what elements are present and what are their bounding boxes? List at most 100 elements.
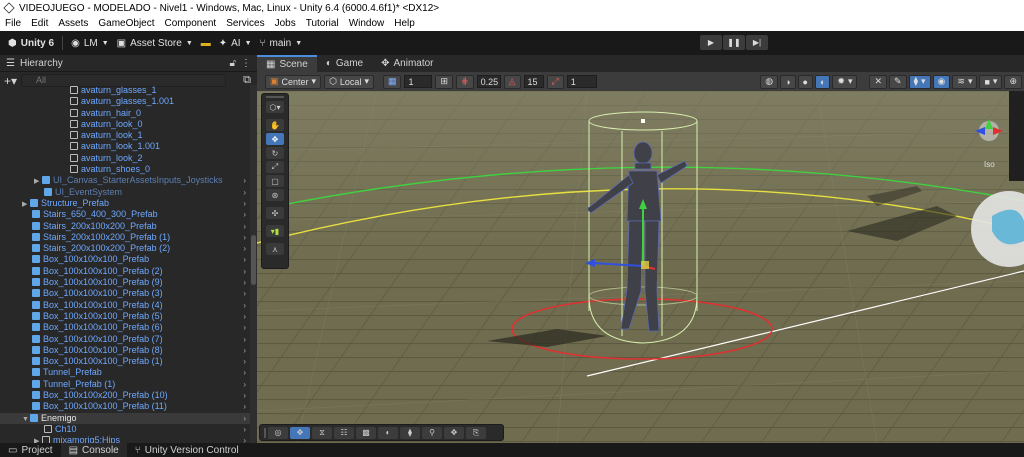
chevron-right-icon[interactable]: › (243, 424, 246, 435)
overlay-btn-3[interactable]: ⧖ (312, 426, 332, 439)
overlay-btn-2[interactable]: ✥ (290, 426, 310, 439)
menu-item-tutorial[interactable]: Tutorial (301, 18, 344, 29)
hierarchy-row[interactable]: Box_100x100x100_Prefab (4) › (0, 300, 250, 311)
chevron-right-icon[interactable]: ▶ (34, 436, 42, 443)
menu-item-services[interactable]: Services (221, 18, 269, 29)
chevron-right-icon[interactable]: › (243, 198, 246, 209)
chevron-right-icon[interactable]: › (243, 300, 246, 311)
account-button[interactable]: ◉ LM ▼ (71, 38, 109, 49)
hierarchy-row[interactable]: Box_100x100x100_Prefab (3) › (0, 288, 250, 299)
scrollbar-thumb[interactable] (251, 235, 256, 285)
hierarchy-row[interactable]: ▶ Structure_Prefab › (0, 198, 250, 209)
tab-version-control[interactable]: ⑂ Unity Version Control (127, 443, 247, 457)
chevron-right-icon[interactable]: › (243, 311, 246, 322)
effects-toggle[interactable]: ✎ (889, 74, 907, 89)
overlay-btn-9[interactable]: ✥ (444, 426, 464, 439)
hierarchy-row[interactable]: Tunnel_Prefab › (0, 367, 250, 378)
chevron-right-icon[interactable]: › (243, 367, 246, 378)
drag-handle[interactable] (266, 96, 284, 98)
hierarchy-row[interactable]: avaturn_look_1 (0, 130, 250, 141)
play-button[interactable]: ▶ (700, 35, 722, 50)
hierarchy-row[interactable]: Box_100x100x100_Prefab (9) › (0, 277, 250, 288)
chevron-right-icon[interactable]: › (243, 334, 246, 345)
hierarchy-row[interactable]: Box_100x100x100_Prefab › (0, 254, 250, 265)
drag-handle[interactable] (264, 427, 266, 438)
chevron-right-icon[interactable]: › (243, 288, 246, 299)
menu-item-jobs[interactable]: Jobs (270, 18, 301, 29)
step-button[interactable]: ▶| (746, 35, 768, 50)
unity-button[interactable]: ⬢ Unity 6 (8, 38, 54, 49)
hierarchy-row[interactable]: avaturn_look_0 (0, 119, 250, 130)
chevron-right-icon[interactable]: › (243, 401, 246, 412)
chevron-right-icon[interactable]: › (243, 187, 246, 198)
chevron-right-icon[interactable]: › (243, 243, 246, 254)
scale-snap-toggle[interactable]: ⤢ (546, 74, 564, 89)
overlay-btn-1[interactable]: ◎ (268, 426, 288, 439)
chevron-right-icon[interactable]: › (243, 322, 246, 333)
ai-button[interactable]: ✦ AI ▼ (219, 38, 252, 49)
hierarchy-row[interactable]: avaturn_shoes_0 (0, 164, 250, 175)
hierarchy-row[interactable]: Box_100x100x100_Prefab (8) › (0, 345, 250, 356)
hierarchy-row[interactable]: Box_100x100x100_Prefab (11) › (0, 401, 250, 412)
snap-value-field[interactable]: 0.25 (476, 75, 501, 88)
hierarchy-row[interactable]: Stairs_200x100x200_Prefab (2) › (0, 243, 250, 254)
hierarchy-row[interactable]: avaturn_glasses_1.001 (0, 96, 250, 107)
chevron-right-icon[interactable]: › (243, 232, 246, 243)
overlay-btn-4[interactable]: ☷ (334, 426, 354, 439)
shaded-button[interactable]: ◑ (780, 74, 796, 89)
bone-tool-button[interactable]: ⋏ (266, 243, 284, 255)
chevron-right-icon[interactable]: › (243, 221, 246, 232)
hidden-toggle[interactable]: ≋ ▾ (952, 74, 978, 89)
notifications-button[interactable]: ▬ (201, 38, 211, 49)
overlay-btn-10[interactable]: ⎘ (466, 426, 486, 439)
overlay-btn-8[interactable]: ⚲ (422, 426, 442, 439)
hierarchy-row[interactable]: UI_EventSystem › (0, 187, 250, 198)
draw-mode-button[interactable]: ◍ (760, 74, 779, 89)
branch-button[interactable]: ⑂ main ▼ (260, 38, 303, 49)
overlay-btn-5[interactable]: ▩ (356, 426, 376, 439)
hierarchy-row[interactable]: Box_100x100x100_Prefab (7) › (0, 334, 250, 345)
asset-store-button[interactable]: ▣ Asset Store ▼ (117, 38, 193, 49)
hierarchy-row[interactable]: Stairs_650_400_300_Prefab › (0, 209, 250, 220)
menu-item-edit[interactable]: Edit (26, 18, 53, 29)
overlay-btn-7[interactable]: ⧫ (400, 426, 420, 439)
chevron-right-icon[interactable]: › (243, 435, 246, 443)
chevron-right-icon[interactable]: › (243, 356, 246, 367)
hierarchy-row[interactable]: avaturn_look_2 (0, 153, 250, 164)
move-tool-button[interactable]: ✥ (266, 133, 284, 145)
space-dropdown[interactable]: ⬡ Local ▾ (324, 74, 374, 89)
hand-tool-button[interactable]: ✋ (266, 119, 284, 131)
visibility-toggle[interactable]: ◉ (932, 74, 951, 89)
hierarchy-row[interactable]: avaturn_hair_0 (0, 108, 250, 119)
chevron-right-icon[interactable]: › (243, 379, 246, 390)
pivot-dropdown[interactable]: ▣ Center ▾ (265, 74, 322, 89)
hierarchy-row[interactable]: Box_100x100x100_Prefab (2) › (0, 266, 250, 277)
tab-project[interactable]: ▭ Project (0, 443, 61, 457)
rotate-tool-button[interactable]: ↻ (266, 147, 284, 159)
scene-viewport[interactable]: Iso (257, 91, 1024, 443)
grid-size-field[interactable]: 1 (404, 75, 433, 88)
overlay-btn-6[interactable]: ◐ (378, 426, 398, 439)
lock-icon[interactable]: 🔓︎ (230, 58, 236, 69)
chevron-right-icon[interactable]: › (243, 254, 246, 265)
chevron-right-icon[interactable]: › (243, 390, 246, 401)
hierarchy-tab[interactable]: ☰ Hierarchy 🔓︎ ⋮ (0, 55, 257, 72)
2d-toggle[interactable]: ◐ (814, 74, 831, 89)
lit-button[interactable]: ● (797, 74, 813, 89)
custom-tool-button[interactable]: ✣ (266, 207, 284, 219)
hierarchy-row[interactable]: Box_100x100x100_Prefab (1) › (0, 356, 250, 367)
chevron-right-icon[interactable]: › (243, 175, 246, 186)
hierarchy-scrollbar[interactable] (250, 85, 257, 443)
hierarchy-row[interactable]: Ch10 › (0, 424, 250, 435)
hierarchy-row[interactable]: avaturn_look_1.001 (0, 141, 250, 152)
menu-item-gameobject[interactable]: GameObject (93, 18, 159, 29)
hierarchy-row[interactable]: avaturn_glasses_1 (0, 85, 250, 96)
component-tool-button[interactable]: ▾▮ (266, 225, 284, 237)
chevron-right-icon[interactable]: › (243, 345, 246, 356)
menu-item-component[interactable]: Component (160, 18, 222, 29)
rotate-snap-toggle[interactable]: ◬ (503, 74, 521, 89)
chevron-right-icon[interactable]: › (243, 266, 246, 277)
rotate-snap-field[interactable]: 15 (523, 75, 544, 88)
hierarchy-row[interactable]: Stairs_200x100x200_Prefab › (0, 221, 250, 232)
kebab-menu-icon[interactable]: ⋮ (241, 58, 251, 69)
